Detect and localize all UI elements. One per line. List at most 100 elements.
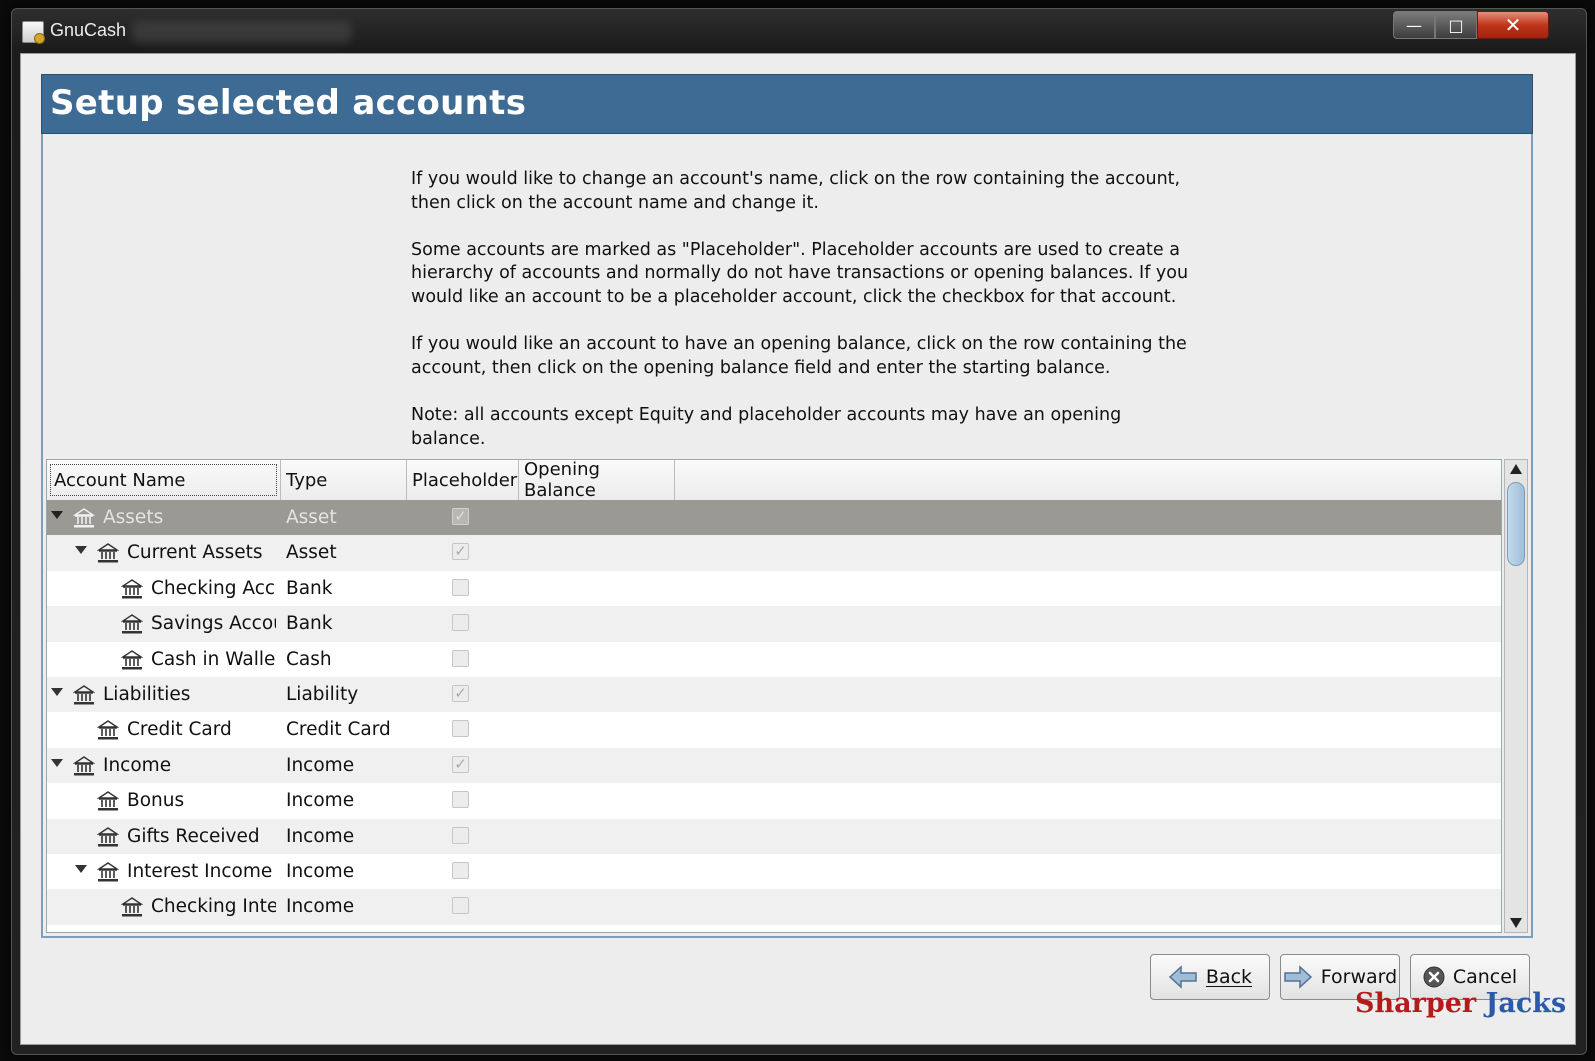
maximize-icon: □ [1448, 15, 1464, 35]
expander-triangle-icon[interactable] [75, 865, 87, 873]
page-content: If you would like to change an account's… [41, 134, 1533, 938]
account-type: Income [286, 754, 355, 776]
account-row[interactable]: Credit Card Credit Card [47, 712, 1501, 748]
gnucash-app-icon [22, 21, 45, 44]
account-row[interactable]: Checking Account Bank [47, 570, 1501, 607]
minimize-button[interactable]: — [1393, 11, 1435, 39]
placeholder-checkbox[interactable] [452, 826, 469, 844]
opening-balance-cell[interactable] [519, 606, 675, 641]
account-name[interactable]: Credit Card [127, 719, 276, 740]
column-header-account-name[interactable]: Account Name [47, 460, 281, 500]
account-row[interactable]: Interest Income Income [47, 854, 1501, 890]
placeholder-checkbox[interactable] [452, 578, 469, 596]
account-name[interactable]: Assets [103, 507, 276, 528]
back-arrow-icon [1168, 965, 1197, 989]
scroll-down-arrow-icon[interactable] [1510, 918, 1522, 928]
account-name[interactable]: Interest Income [127, 861, 276, 882]
opening-balance-cell[interactable] [519, 535, 675, 570]
back-button-label: Back [1205, 966, 1253, 988]
scroll-up-arrow-icon[interactable] [1510, 464, 1522, 474]
account-row[interactable]: Savings Account Bank [47, 606, 1501, 642]
opening-balance-cell[interactable] [519, 677, 675, 712]
account-row[interactable]: Liabilities Liability ✓ [47, 677, 1501, 713]
bank-icon [121, 649, 143, 670]
placeholder-checkbox[interactable] [452, 897, 469, 915]
watermark-logo: Sharper Jacks [1355, 988, 1566, 1019]
cancel-icon [1423, 966, 1445, 988]
account-name[interactable]: Checking Account [151, 578, 276, 599]
account-name[interactable]: Savings Account [151, 613, 276, 634]
opening-balance-cell[interactable] [519, 783, 675, 818]
placeholder-checkbox[interactable]: ✓ [452, 543, 469, 561]
instruction-paragraph: If you would like an account to have an … [411, 334, 1187, 378]
placeholder-checkbox[interactable]: ✓ [452, 508, 469, 525]
placeholder-checkbox[interactable] [452, 862, 469, 879]
account-row[interactable]: Current Assets Asset ✓ [47, 535, 1501, 571]
minimize-icon: — [1406, 15, 1422, 35]
expander-triangle-icon[interactable] [75, 546, 87, 555]
column-header-label: Type [286, 469, 328, 491]
bank-icon [97, 826, 119, 847]
expander-triangle-icon[interactable] [51, 511, 63, 519]
bank-icon [73, 508, 95, 528]
placeholder-checkbox[interactable] [452, 791, 469, 809]
placeholder-checkbox[interactable] [452, 614, 469, 632]
account-type: Asset [286, 507, 337, 528]
account-name[interactable]: Gifts Received [127, 826, 276, 847]
tree-header: Account Name Type Placeholder Opening Ba… [47, 460, 1501, 501]
expander-triangle-icon[interactable] [51, 758, 63, 767]
maximize-button[interactable]: □ [1435, 11, 1477, 39]
account-name[interactable]: Income [103, 755, 276, 776]
close-icon: ✕ [1504, 13, 1522, 37]
account-row[interactable]: Income Income ✓ [47, 747, 1501, 784]
opening-balance-cell[interactable] [519, 854, 675, 889]
scrollbar-thumb[interactable] [1507, 482, 1525, 566]
account-name[interactable]: Cash in Wallet [151, 649, 276, 670]
window-title: GnuCash [50, 20, 127, 40]
column-header-label: Account Name [54, 469, 186, 491]
account-name[interactable]: Checking Interest [151, 896, 276, 917]
forward-arrow-icon [1284, 965, 1312, 989]
close-button[interactable]: ✕ [1477, 11, 1549, 39]
account-name[interactable]: Bonus [127, 790, 276, 811]
page-header: Setup selected accounts [41, 74, 1533, 134]
placeholder-checkbox[interactable] [452, 649, 469, 667]
column-header-opening-balance[interactable]: Opening Balance [519, 459, 675, 501]
accounts-tree[interactable]: Account Name Type Placeholder Opening Ba… [46, 459, 1502, 933]
back-button[interactable]: Back [1150, 954, 1270, 1000]
placeholder-checkbox[interactable] [452, 720, 469, 738]
placeholder-checkbox[interactable]: ✓ [452, 685, 469, 702]
opening-balance-cell[interactable] [519, 500, 675, 535]
account-type: Income [286, 825, 355, 847]
instruction-paragraph: Some accounts are marked as "Placeholder… [411, 239, 1189, 307]
account-type: Liability [286, 684, 359, 705]
column-header-placeholder[interactable]: Placeholder [407, 460, 519, 500]
bank-icon [97, 543, 119, 563]
account-type: Credit Card [286, 719, 391, 741]
column-header-label: Opening Balance [524, 459, 600, 501]
expander-triangle-icon[interactable] [51, 688, 63, 696]
bank-icon [97, 862, 119, 882]
cancel-button-label: Cancel [1452, 966, 1518, 988]
account-row[interactable]: Cash in Wallet Cash [47, 641, 1501, 677]
opening-balance-cell[interactable] [519, 748, 675, 783]
account-row[interactable]: Gifts Received Income [47, 818, 1501, 854]
opening-balance-cell[interactable] [519, 712, 675, 747]
placeholder-checkbox[interactable]: ✓ [452, 755, 469, 773]
bank-icon [121, 614, 143, 634]
account-row[interactable]: Bonus Income [47, 783, 1501, 819]
account-row[interactable]: Assets Asset ✓ [47, 500, 1501, 536]
instructions-text: If you would like to change an account's… [411, 168, 1191, 475]
bank-icon [73, 755, 95, 776]
account-name[interactable]: Liabilities [103, 684, 276, 705]
title-bar[interactable]: GnuCash — □ ✕ [12, 9, 1586, 53]
opening-balance-cell[interactable] [519, 571, 675, 606]
watermark-text-part2: Jacks [1485, 988, 1567, 1019]
account-name[interactable]: Current Assets [127, 542, 276, 563]
opening-balance-cell[interactable] [519, 642, 675, 677]
column-header-type[interactable]: Type [281, 460, 407, 500]
vertical-scrollbar[interactable] [1504, 459, 1528, 933]
account-row[interactable]: Checking Interest Income [47, 889, 1501, 925]
opening-balance-cell[interactable] [519, 819, 675, 854]
opening-balance-cell[interactable] [519, 889, 675, 924]
